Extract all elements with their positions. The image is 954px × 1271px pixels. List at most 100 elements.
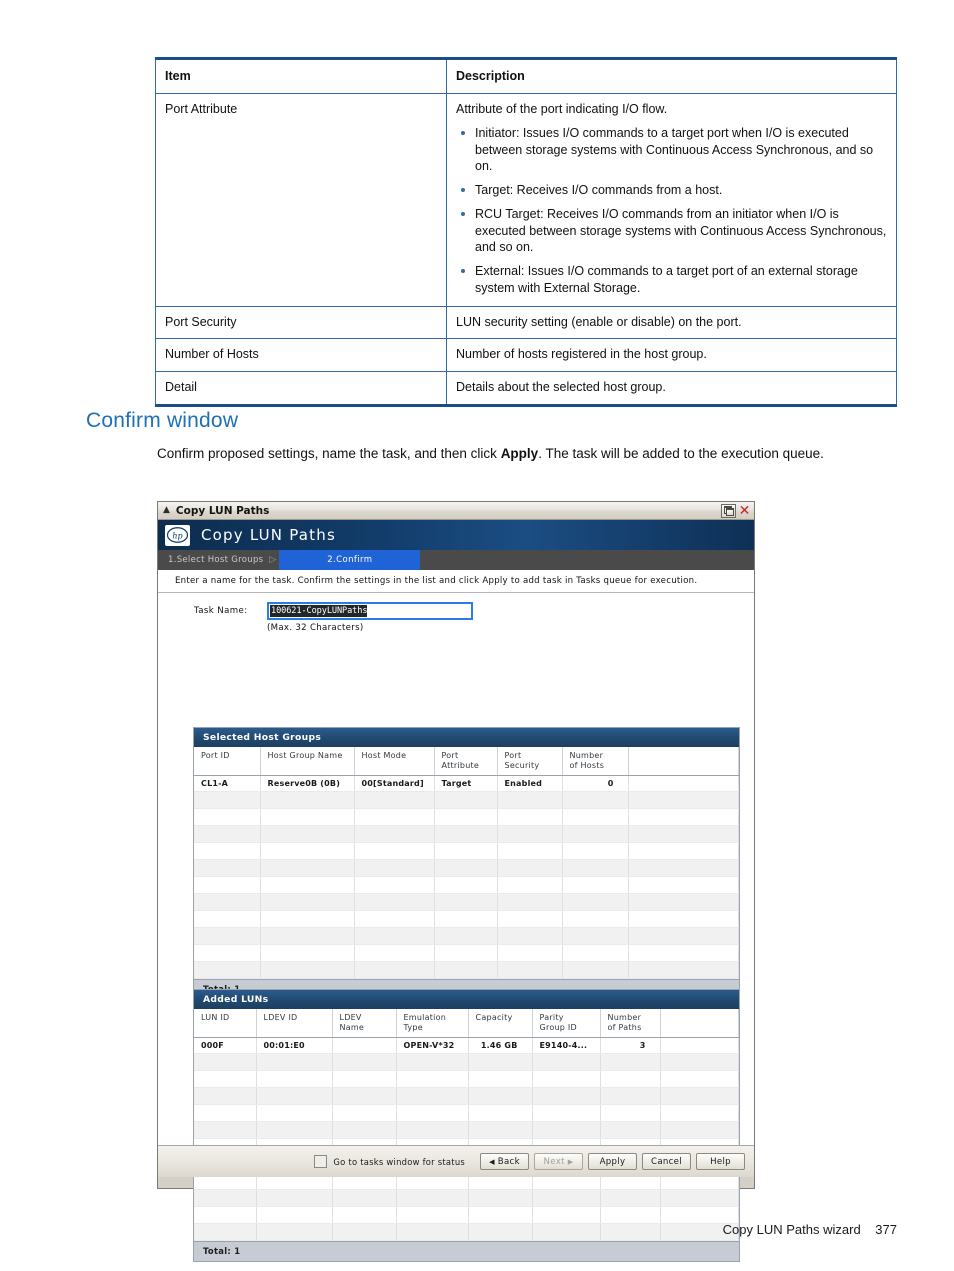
cell-empty bbox=[562, 876, 629, 895]
col-parity-group-id[interactable]: Parity Group ID bbox=[532, 1009, 601, 1039]
cell-number-of-hosts: 0 bbox=[562, 775, 629, 793]
page-number: 377 bbox=[875, 1222, 897, 1237]
cell-empty bbox=[256, 1070, 333, 1089]
cell-empty bbox=[532, 1087, 601, 1106]
cell-empty bbox=[497, 859, 563, 878]
banner-title: Copy LUN Paths bbox=[201, 526, 336, 544]
cell-empty bbox=[194, 927, 261, 946]
desc-intro: Attribute of the port indicating I/O flo… bbox=[456, 101, 668, 116]
restore-button[interactable] bbox=[721, 503, 736, 518]
cell-empty bbox=[194, 1206, 257, 1225]
cell-empty bbox=[256, 1206, 333, 1225]
col-port-id[interactable]: Port ID bbox=[194, 747, 261, 777]
cell-empty bbox=[256, 1104, 333, 1123]
cell-empty bbox=[628, 927, 739, 946]
bullet-item: RCU Target: Receives I/O commands from a… bbox=[456, 206, 887, 256]
help-button[interactable]: Help bbox=[696, 1153, 745, 1170]
cell-empty bbox=[628, 893, 739, 912]
table-row-empty bbox=[194, 1053, 739, 1072]
cell-empty bbox=[434, 961, 498, 980]
col-number-of-hosts[interactable]: Number of Hosts bbox=[562, 747, 629, 777]
cell-empty bbox=[354, 927, 435, 946]
cell-empty bbox=[660, 1104, 739, 1123]
grid-body-host-groups: CL1-A Reserve0B (0B) 00[Standard] Target… bbox=[194, 775, 739, 980]
table-header-row: Item Description bbox=[155, 57, 897, 94]
cell-empty bbox=[600, 1206, 661, 1225]
cell-empty bbox=[260, 944, 355, 963]
cancel-button[interactable]: Cancel bbox=[642, 1153, 691, 1170]
grid-body-added-luns: 000F 00:01:E0 OPEN-V*32 1.46 GB E9140-4.… bbox=[194, 1037, 739, 1242]
wizard-step-confirm[interactable]: 2.Confirm bbox=[279, 550, 421, 570]
cell-spacer bbox=[660, 1037, 739, 1055]
col-ldev-name[interactable]: LDEV Name bbox=[332, 1009, 397, 1039]
apply-button[interactable]: Apply bbox=[588, 1153, 637, 1170]
cell-port-id: CL1-A bbox=[194, 775, 261, 793]
footer-label: Copy LUN Paths wizard bbox=[722, 1222, 861, 1237]
cell-empty bbox=[628, 876, 739, 895]
col-host-mode[interactable]: Host Mode bbox=[354, 747, 435, 777]
go-to-tasks-checkbox-wrap[interactable]: Go to tasks window for status bbox=[314, 1155, 465, 1168]
added-luns-total: Total: 1 bbox=[194, 1241, 739, 1262]
col-spacer bbox=[660, 1009, 739, 1039]
cell-empty bbox=[194, 910, 261, 929]
cell-empty bbox=[468, 1223, 533, 1242]
col-emulation-type[interactable]: Emulation Type bbox=[396, 1009, 469, 1039]
cell-empty bbox=[532, 1053, 601, 1072]
cell-empty bbox=[434, 893, 498, 912]
cell-empty bbox=[600, 1121, 661, 1140]
go-to-tasks-checkbox[interactable] bbox=[314, 1155, 328, 1168]
wizard-step-select-host-groups[interactable]: 1.Select Host Groups bbox=[163, 550, 268, 570]
cell-empty bbox=[332, 1104, 397, 1123]
col-host-group-name[interactable]: Host Group Name bbox=[260, 747, 355, 777]
added-luns-title: Added LUNs bbox=[194, 990, 739, 1009]
cell-empty bbox=[562, 910, 629, 929]
table-row-empty bbox=[194, 961, 739, 980]
col-port-security[interactable]: Port Security bbox=[497, 747, 563, 777]
table-row-empty bbox=[194, 808, 739, 827]
cell-empty bbox=[354, 808, 435, 827]
cell-empty bbox=[628, 825, 739, 844]
bullet-list: Initiator: Issues I/O commands to a targ… bbox=[456, 125, 887, 297]
table-row-empty bbox=[194, 791, 739, 810]
go-to-tasks-label: Go to tasks window for status bbox=[333, 1156, 465, 1167]
col-lun-id[interactable]: LUN ID bbox=[194, 1009, 257, 1039]
cell-empty bbox=[396, 1070, 469, 1089]
col-port-attribute[interactable]: Port Attribute bbox=[434, 747, 498, 777]
selected-host-groups-grid: Port ID Host Group Name Host Mode Port A… bbox=[194, 747, 739, 980]
col-capacity[interactable]: Capacity bbox=[468, 1009, 533, 1039]
cell-empty bbox=[660, 1053, 739, 1072]
table-row-empty bbox=[194, 859, 739, 878]
cell-empty bbox=[468, 1087, 533, 1106]
cell-empty bbox=[260, 876, 355, 895]
back-button[interactable]: ◀ Back bbox=[480, 1153, 529, 1170]
table-row: Detail Details about the selected host g… bbox=[155, 371, 897, 408]
doc-table-body: Item Description Port Attribute Attribut… bbox=[155, 57, 897, 408]
close-button[interactable]: ✕ bbox=[737, 504, 752, 518]
cell-item-number-of-hosts: Number of Hosts bbox=[155, 338, 447, 373]
task-name-label: Task Name: bbox=[194, 606, 248, 616]
table-row-empty bbox=[194, 1189, 739, 1208]
cell-empty bbox=[396, 1223, 469, 1242]
task-name-input[interactable]: 100621-CopyLUNPaths bbox=[267, 602, 473, 620]
cell-empty bbox=[497, 910, 563, 929]
cell-empty bbox=[532, 1189, 601, 1208]
wizard-steps: 1.Select Host Groups ▷ 2.Confirm bbox=[158, 550, 754, 570]
table-row[interactable]: 000F 00:01:E0 OPEN-V*32 1.46 GB E9140-4.… bbox=[194, 1037, 739, 1055]
cell-lun-id: 000F bbox=[194, 1037, 257, 1055]
grid-header-row: Port ID Host Group Name Host Mode Port A… bbox=[194, 747, 739, 777]
window-title: Copy LUN Paths bbox=[175, 504, 270, 517]
cell-parity-group-id: E9140-4... bbox=[532, 1037, 601, 1055]
cell-empty bbox=[562, 927, 629, 946]
col-ldev-id[interactable]: LDEV ID bbox=[256, 1009, 333, 1039]
chevrons-up-icon[interactable]: ▲ bbox=[163, 506, 170, 515]
task-name-value: 100621-CopyLUNPaths bbox=[270, 605, 368, 617]
cell-empty bbox=[600, 1053, 661, 1072]
col-number-of-paths[interactable]: Number of Paths bbox=[600, 1009, 661, 1039]
step-separator-icon: ▷ bbox=[269, 555, 277, 565]
table-row-empty bbox=[194, 1206, 739, 1225]
cell-empty bbox=[497, 893, 563, 912]
next-button: Next ▶ bbox=[534, 1153, 583, 1170]
table-row[interactable]: CL1-A Reserve0B (0B) 00[Standard] Target… bbox=[194, 775, 739, 793]
cell-empty bbox=[194, 825, 261, 844]
task-name-hint: (Max. 32 Characters) bbox=[267, 623, 364, 633]
